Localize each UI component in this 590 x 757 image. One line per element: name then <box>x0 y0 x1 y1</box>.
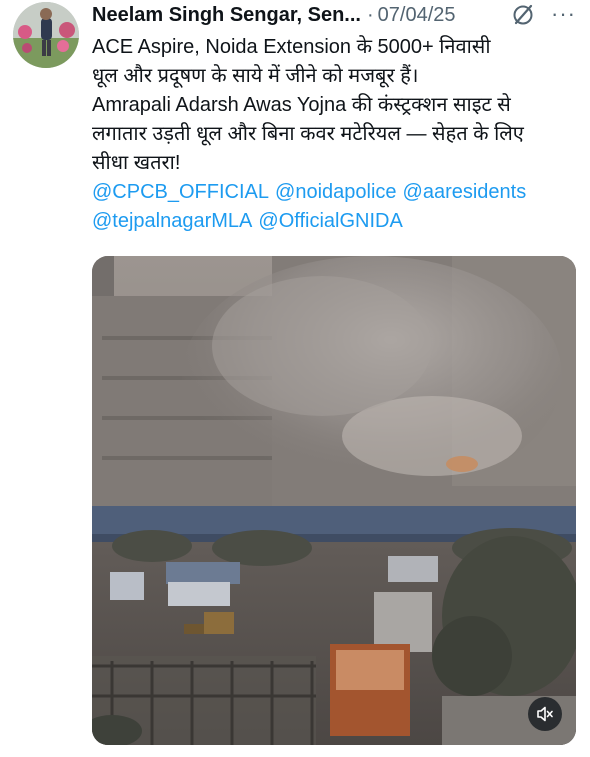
tweet-line: सीधा खतरा! <box>92 152 181 174</box>
tweet-date[interactable]: 07/04/25 <box>378 4 456 27</box>
video-player[interactable] <box>92 256 576 745</box>
tweet-header: Neelam Singh Sengar, Sen... · 07/04/25 <box>92 0 576 30</box>
separator-dot: · <box>366 3 374 26</box>
more-icon[interactable]: ··· <box>551 0 576 28</box>
mention-link[interactable]: @OfficialGNIDA <box>258 210 402 232</box>
tweet-line: धूल और प्रदूषण के साये में जीने को मजबूर… <box>92 65 419 87</box>
grok-icon[interactable] <box>511 3 535 27</box>
mute-icon[interactable] <box>528 697 562 731</box>
mention-link[interactable]: @noidapolice <box>275 181 397 203</box>
mention-link[interactable]: @CPCB_OFFICIAL <box>92 181 269 203</box>
tweet-text: ACE Aspire, Noida Extension के 5000+ निव… <box>92 33 582 236</box>
mentions-line: @CPCB_OFFICIAL @noidapolice @aaresidents <box>92 178 582 207</box>
video-frame <box>92 256 576 745</box>
tweet-line: ACE Aspire, Noida Extension के 5000+ निव… <box>92 36 491 58</box>
author-avatar[interactable] <box>13 2 79 68</box>
tweet-line: Amrapali Adarsh Awas Yojna की कंस्ट्रक्श… <box>92 94 511 116</box>
tweet-line: लगातार उड़ती धूल और बिना कवर मटेरियल — स… <box>92 123 524 145</box>
mention-link[interactable]: @aaresidents <box>403 181 527 203</box>
mentions-line: @tejpalnagarMLA @OfficialGNIDA <box>92 207 582 236</box>
mention-link[interactable]: @tejpalnagarMLA <box>92 210 252 232</box>
author-name[interactable]: Neelam Singh Sengar, Sen... <box>92 4 361 27</box>
